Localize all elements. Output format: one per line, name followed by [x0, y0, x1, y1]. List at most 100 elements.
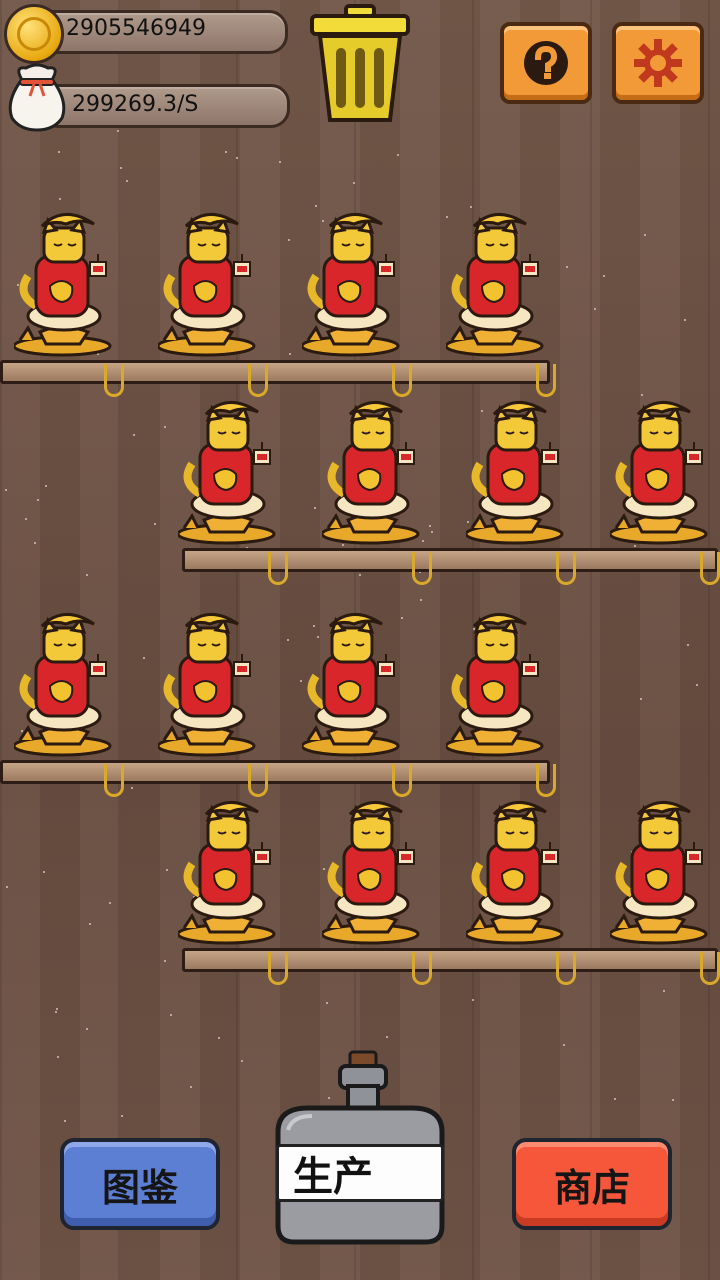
shelf-hook: [248, 364, 268, 397]
speck: [236, 157, 238, 159]
shelf-4: [182, 948, 718, 972]
speck: [289, 353, 291, 355]
coin-count: 2905546949: [66, 16, 206, 41]
speck: [614, 1098, 616, 1100]
produce-label-box[interactable]: 生产: [276, 1144, 444, 1202]
speck: [164, 960, 166, 962]
speck: [45, 485, 47, 487]
shelf-hook: [268, 552, 288, 585]
speck: [563, 1044, 565, 1046]
speck: [241, 1060, 243, 1062]
shelf-hook: [536, 364, 556, 397]
cat-figure[interactable]: [12, 610, 124, 760]
speck: [166, 869, 168, 871]
collection-button[interactable]: 图鉴: [60, 1138, 220, 1230]
speck: [218, 1037, 220, 1039]
speck: [663, 990, 665, 992]
help-button[interactable]: [500, 22, 592, 104]
speck: [5, 489, 7, 491]
shelf-hook: [536, 764, 556, 797]
cat-figure[interactable]: [300, 210, 412, 360]
speck: [6, 886, 8, 888]
cat-figure[interactable]: [156, 210, 268, 360]
speck: [640, 698, 642, 700]
speck: [58, 151, 60, 153]
cat-figure[interactable]: [608, 398, 720, 548]
gear-icon: [634, 39, 682, 87]
cat-figure[interactable]: [320, 798, 432, 948]
cat-figure[interactable]: [320, 398, 432, 548]
money-bag-icon: [8, 63, 66, 132]
speck: [279, 161, 281, 163]
speck: [57, 1056, 59, 1058]
shelf-hook: [104, 764, 124, 797]
speck: [326, 1002, 328, 1004]
cat-figure[interactable]: [176, 398, 288, 548]
speck: [684, 319, 686, 321]
cat-figure[interactable]: [444, 210, 556, 360]
shelf-hook: [700, 952, 720, 985]
shelf-hook: [104, 364, 124, 397]
speck: [470, 206, 472, 208]
gold-coin-icon: [4, 4, 64, 64]
cat-figure[interactable]: [176, 798, 288, 948]
speck: [386, 1036, 388, 1038]
collection-label: 图鉴: [101, 1165, 178, 1210]
speck: [43, 871, 45, 873]
trash-can-icon[interactable]: [306, 4, 414, 124]
speck: [225, 151, 227, 153]
shelf-hook: [392, 364, 412, 397]
speck: [143, 657, 145, 659]
speck: [55, 1011, 57, 1013]
shop-label: 商店: [553, 1165, 630, 1210]
shop-button[interactable]: 商店: [512, 1138, 672, 1230]
cat-figure[interactable]: [156, 610, 268, 760]
cat-figure[interactable]: [464, 398, 576, 548]
question-mark-icon: [524, 41, 568, 85]
cat-figure[interactable]: [608, 798, 720, 948]
speck: [566, 266, 568, 268]
shelf-hook: [392, 764, 412, 797]
shelf-hook: [412, 952, 432, 985]
speck: [315, 205, 317, 207]
shelf-3: [0, 760, 550, 784]
cat-figure[interactable]: [12, 210, 124, 360]
speck: [131, 787, 133, 789]
shelf-hook: [268, 952, 288, 985]
shelf-hook: [248, 764, 268, 797]
speck: [64, 1120, 66, 1122]
speck: [133, 434, 135, 436]
income-rate: 299269.3/S: [72, 92, 199, 117]
speck: [672, 1099, 674, 1101]
speck: [56, 1008, 58, 1010]
shelf-hook: [556, 552, 576, 585]
speck: [154, 523, 156, 525]
shelf-hook: [412, 552, 432, 585]
cat-figure[interactable]: [300, 610, 412, 760]
speck: [472, 999, 474, 1001]
speck: [353, 182, 355, 184]
speck: [696, 684, 698, 686]
speck: [164, 426, 166, 428]
speck: [190, 1086, 192, 1088]
speck: [170, 1014, 172, 1016]
speck: [594, 308, 596, 310]
speck: [121, 1115, 123, 1117]
speck: [109, 902, 111, 904]
settings-button[interactable]: [612, 22, 704, 104]
speck: [603, 275, 605, 277]
speck: [120, 167, 122, 169]
speck: [641, 394, 643, 396]
cat-figure[interactable]: [464, 798, 576, 948]
shelf-hook: [556, 952, 576, 985]
speck: [359, 574, 361, 576]
speck: [314, 507, 316, 509]
speck: [34, 542, 36, 544]
shelf-hook: [700, 552, 720, 585]
speck: [397, 154, 399, 156]
produce-label: 生产: [293, 1154, 373, 1200]
speck: [420, 599, 422, 601]
cat-figure[interactable]: [444, 610, 556, 760]
speck: [288, 239, 290, 241]
speck: [25, 518, 27, 520]
